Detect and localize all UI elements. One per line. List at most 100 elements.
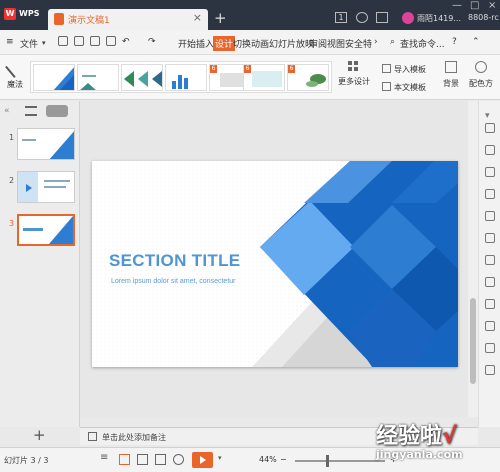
panel-tabs: « <box>0 101 80 121</box>
menu-review[interactable]: 审阅 <box>309 37 327 50</box>
slides-view-tab[interactable] <box>46 105 68 117</box>
slide-thumbnail-3[interactable] <box>17 214 75 246</box>
skin-icon[interactable] <box>356 12 368 23</box>
notes-placeholder[interactable]: 单击此处添加备注 <box>102 432 166 443</box>
export-pdf-icon[interactable] <box>74 36 84 46</box>
presenter-icon[interactable] <box>173 454 184 465</box>
print-icon[interactable] <box>90 36 100 46</box>
scrollbar-thumb[interactable] <box>470 298 476 384</box>
play-dropdown-icon[interactable]: ▾ <box>218 454 229 465</box>
menu-file[interactable]: 文件 <box>20 37 38 50</box>
theme-thumbnail[interactable]: 6 <box>287 64 329 91</box>
app-name: WPS <box>19 9 40 18</box>
object-properties-icon[interactable] <box>485 123 495 133</box>
theme-thumbnail[interactable] <box>77 64 119 91</box>
file-dropdown-icon[interactable]: ▾ <box>42 39 46 47</box>
new-tab-button[interactable]: + <box>214 9 227 27</box>
design-pane-icon[interactable] <box>485 145 495 155</box>
menu-overflow-icon[interactable]: › <box>374 37 378 47</box>
wps-home-button[interactable]: W WPS <box>4 8 44 24</box>
menu-special[interactable]: 特 <box>363 37 372 50</box>
menu-view[interactable]: 视图 <box>327 37 345 50</box>
zoom-slider-handle[interactable] <box>326 455 329 467</box>
presentation-file-icon <box>54 13 64 25</box>
text-box-icon[interactable] <box>485 321 495 331</box>
theme-gallery: 6 6 6 <box>30 61 332 93</box>
play-slideshow-button[interactable] <box>192 452 213 468</box>
table-icon[interactable] <box>485 255 495 265</box>
magic-button[interactable]: 魔法 <box>4 58 26 90</box>
filter-settings-icon[interactable] <box>485 211 495 221</box>
more-designs-label: 更多设计 <box>338 77 370 86</box>
avatar[interactable] <box>402 12 414 24</box>
undo-icon[interactable]: ↶ <box>122 37 130 47</box>
slide-transition-icon[interactable] <box>485 189 495 199</box>
redo-icon[interactable]: ↷ <box>148 37 156 47</box>
theme-thumbnail[interactable]: 6 <box>243 64 285 91</box>
document-tab[interactable]: 演示文稿1 × <box>48 9 208 30</box>
reading-view-icon[interactable] <box>155 454 166 465</box>
window-count-badge[interactable]: 1 <box>335 12 347 23</box>
this-template-label: 本文模板 <box>394 83 426 92</box>
menu-hamburger-icon[interactable]: ≡ <box>6 37 14 47</box>
theme-arrows-preview <box>124 71 162 87</box>
more-designs-button[interactable]: 更多设计 <box>336 61 372 87</box>
minimize-icon[interactable]: — <box>452 0 462 11</box>
maximize-icon[interactable]: □ <box>470 0 479 11</box>
watermark-brand: 经验啦√ <box>376 418 457 450</box>
animation-icon[interactable] <box>485 233 495 243</box>
this-template-icon <box>382 82 391 91</box>
help-icon[interactable]: ? <box>452 37 457 47</box>
slide-subtitle-text[interactable]: Lorem ipsum dolor sit amet, consectetur <box>111 278 236 285</box>
theme-blue-diamond-preview <box>53 67 74 90</box>
zoom-level[interactable]: 44% <box>259 455 277 464</box>
document-tab-title: 演示文稿1 <box>68 16 110 26</box>
zoom-slider[interactable] <box>295 460 385 462</box>
shape-icon[interactable] <box>485 167 495 177</box>
slide-sorter-icon[interactable] <box>137 454 148 465</box>
theme-badge: 6 <box>210 65 217 73</box>
print-preview-icon[interactable] <box>106 36 116 46</box>
slide-thumbnail-2[interactable] <box>17 171 75 203</box>
window-layout-icon[interactable] <box>376 12 388 23</box>
chart-icon[interactable] <box>485 277 495 287</box>
normal-view-icon[interactable] <box>119 454 130 465</box>
expand-pane-icon[interactable]: ▾ <box>485 111 495 121</box>
menu-animation[interactable]: 动画 <box>251 37 269 50</box>
menu-slideshow[interactable]: 幻灯片放映 <box>269 37 314 50</box>
outline-view-tab[interactable] <box>25 106 37 116</box>
slide-title-text[interactable]: SECTION TITLE <box>109 251 240 271</box>
collapse-ribbon-icon[interactable]: ⌃ <box>472 37 480 47</box>
slide-thumbnail-1[interactable] <box>17 128 75 160</box>
slide-number: 1 <box>9 133 15 142</box>
zoom-out-icon[interactable]: − <box>280 455 287 464</box>
close-tab-icon[interactable]: × <box>193 11 202 24</box>
menu-insert[interactable]: 插入 <box>196 37 214 50</box>
theme-thumbnail[interactable] <box>121 64 163 91</box>
picture-icon[interactable] <box>485 299 495 309</box>
save-icon[interactable] <box>58 36 68 46</box>
close-window-icon[interactable]: × <box>488 0 496 11</box>
backup-icon[interactable] <box>485 343 495 353</box>
collapse-panel-icon[interactable]: « <box>4 106 10 116</box>
search-command[interactable]: 查找命令... <box>400 37 445 50</box>
background-button[interactable]: 背景 <box>440 61 462 89</box>
notes-toggle-icon[interactable]: ≡ <box>100 452 111 463</box>
menu-start[interactable]: 开始 <box>178 37 196 50</box>
vertical-scrollbar[interactable] <box>468 101 478 417</box>
theme-thumbnail[interactable] <box>165 64 207 91</box>
notes-icon <box>88 432 97 441</box>
this-template-button[interactable]: 本文模板 <box>382 82 426 93</box>
menu-transition[interactable]: 切换 <box>233 37 251 50</box>
color-scheme-button[interactable]: 配色方 <box>466 61 496 89</box>
menu-security[interactable]: 安全 <box>345 37 363 50</box>
library-icon[interactable] <box>485 365 495 375</box>
import-template-button[interactable]: 导入模板 <box>382 64 426 75</box>
theme-thumbnail[interactable] <box>33 64 75 91</box>
slide-1-preview <box>22 131 74 159</box>
add-slide-button[interactable]: + <box>33 426 46 444</box>
slide-number: 2 <box>9 176 15 185</box>
search-icon[interactable]: ⌕ <box>390 37 395 47</box>
user-name[interactable]: 雨陌1419... <box>417 13 461 24</box>
menu-design[interactable]: 设计 <box>213 36 236 51</box>
